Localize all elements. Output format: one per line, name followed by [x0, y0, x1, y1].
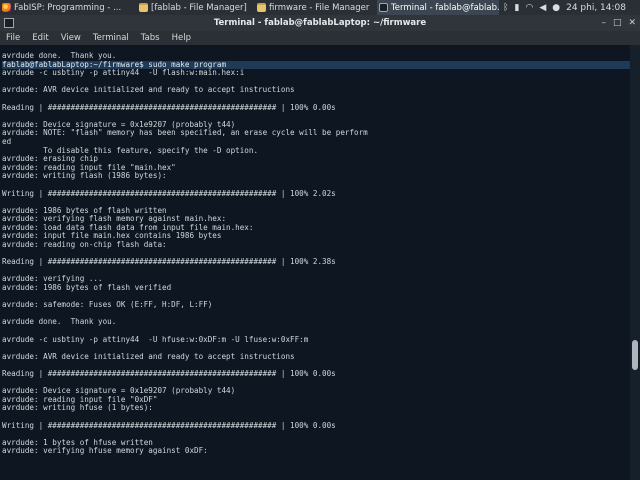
- menu-help[interactable]: Help: [166, 33, 197, 43]
- terminal-output[interactable]: avrdude done. Thank you. fablab@fablabLa…: [0, 45, 630, 480]
- task-file-manager-firmware[interactable]: firmware - File Manager: [255, 0, 377, 15]
- menu-tabs[interactable]: Tabs: [135, 33, 166, 43]
- terminal-text-after: avrdude -c usbtiny -p attiny44 -U flash:…: [2, 68, 368, 456]
- task-label: firmware - File Manager: [269, 2, 370, 13]
- menu-bar: File Edit View Terminal Tabs Help: [0, 31, 640, 45]
- taskbar: FabISP: Programming - ... [fablab - File…: [0, 0, 640, 15]
- terminal-text-before: avrdude done. Thank you.: [2, 51, 117, 60]
- terminal-icon: [379, 3, 388, 12]
- window-titlebar[interactable]: Terminal - fablab@fablabLaptop: ~/firmwa…: [0, 15, 640, 31]
- volume-icon[interactable]: ◀: [539, 3, 546, 13]
- menu-view[interactable]: View: [55, 33, 87, 43]
- window-title: Terminal - fablab@fablabLaptop: ~/firmwa…: [213, 18, 427, 28]
- task-label: FabISP: Programming - ...: [14, 2, 122, 13]
- system-tray: ᛒ ▮ ◠ ◀ ● 24 phi, 14:08: [503, 0, 640, 15]
- folder-icon: [139, 3, 148, 12]
- menu-terminal[interactable]: Terminal: [87, 33, 135, 43]
- task-label: Terminal - fablab@fablab...: [391, 2, 499, 13]
- menu-edit[interactable]: Edit: [26, 33, 54, 43]
- task-firefox[interactable]: FabISP: Programming - ...: [0, 0, 137, 15]
- scrollbar-thumb[interactable]: [632, 340, 638, 370]
- terminal-icon[interactable]: [4, 18, 14, 28]
- minimize-icon[interactable]: –: [601, 15, 606, 31]
- menu-file[interactable]: File: [0, 33, 26, 43]
- task-terminal[interactable]: Terminal - fablab@fablab...: [377, 0, 499, 15]
- task-label: [fablab - File Manager]: [151, 2, 247, 13]
- folder-icon: [257, 3, 266, 12]
- battery-icon[interactable]: ▮: [515, 3, 520, 13]
- firefox-icon: [2, 3, 11, 12]
- close-icon[interactable]: ✕: [628, 15, 636, 31]
- maximize-icon[interactable]: □: [613, 15, 622, 31]
- wifi-icon[interactable]: ◠: [525, 3, 533, 13]
- window-controls: – □ ✕: [601, 15, 636, 31]
- bluetooth-icon[interactable]: ᛒ: [503, 3, 508, 13]
- task-file-manager-fablab[interactable]: [fablab - File Manager]: [137, 0, 255, 15]
- terminal-scrollbar[interactable]: [630, 45, 640, 480]
- notification-icon[interactable]: ●: [552, 3, 560, 13]
- clock[interactable]: 24 phi, 14:08: [566, 3, 626, 13]
